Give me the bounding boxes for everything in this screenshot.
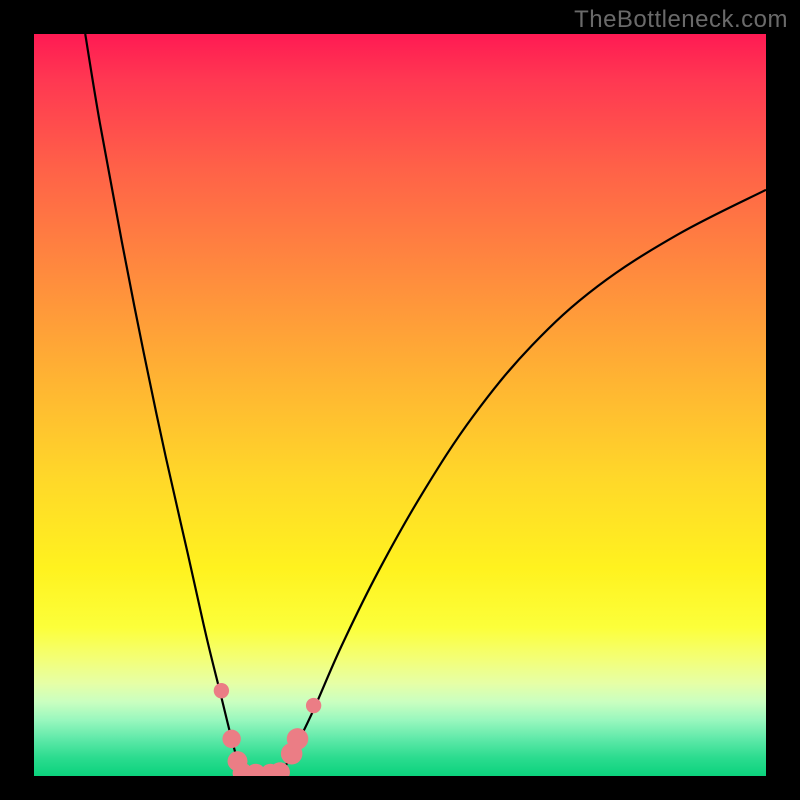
bottleneck-curve [34, 34, 766, 776]
highlight-marker [222, 730, 240, 748]
curve-left-branch [85, 34, 244, 776]
watermark-text: TheBottleneck.com [574, 6, 788, 34]
chart-container: TheBottleneck.com [0, 0, 800, 800]
plot-area [34, 34, 766, 776]
highlight-marker [306, 698, 321, 713]
curve-right-branch [279, 190, 766, 776]
highlight-marker [214, 683, 229, 698]
highlight-marker [287, 728, 309, 750]
